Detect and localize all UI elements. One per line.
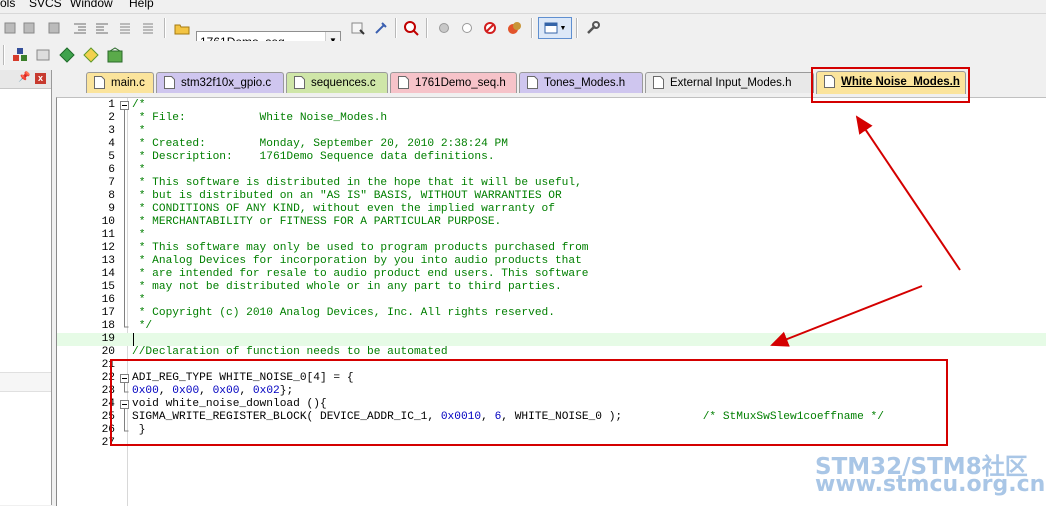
annotation-arrows <box>770 115 961 347</box>
arrow-to-tab <box>855 115 961 271</box>
arrow-to-code <box>770 285 923 347</box>
watermark-url: www.stmcu.org.cn <box>815 472 1046 497</box>
